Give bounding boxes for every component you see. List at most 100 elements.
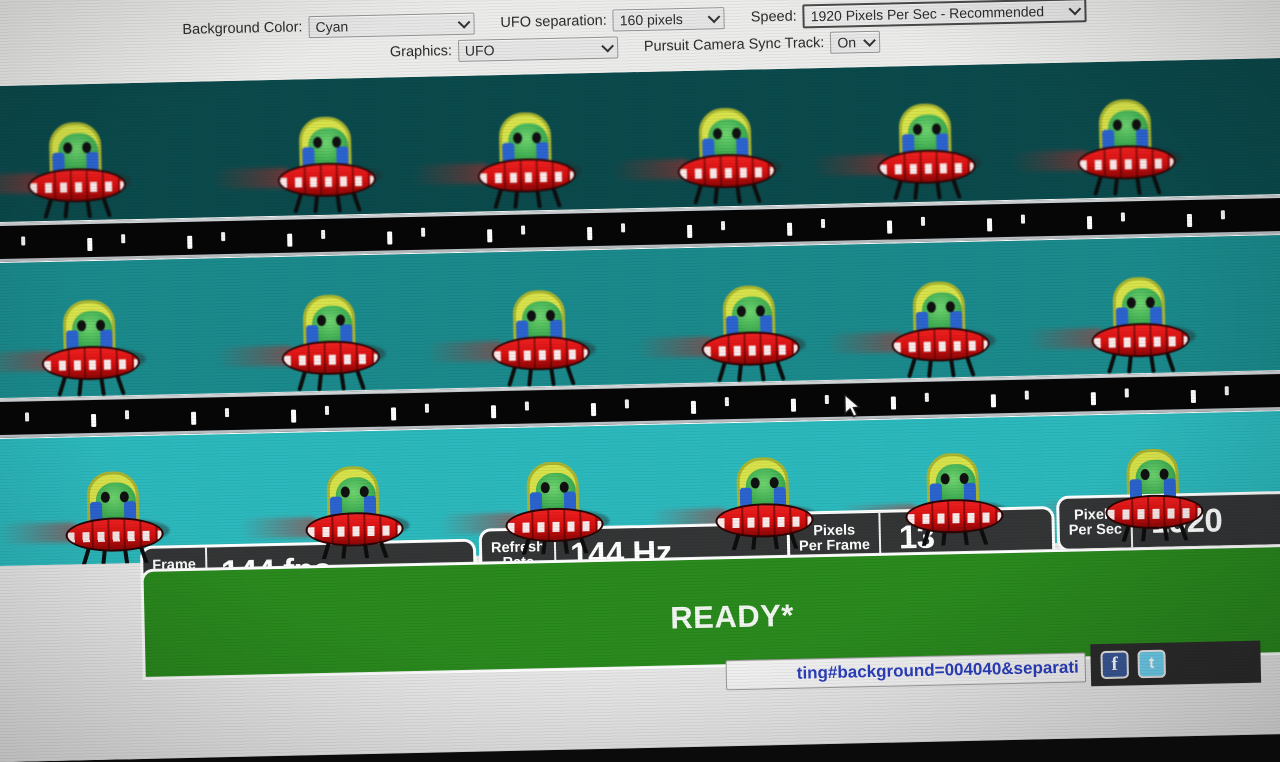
sync-track-tick [491,405,496,418]
sync-track-tick [921,217,925,226]
ufo-body [278,162,377,198]
ufo-body [701,331,800,367]
alien-eye-right [959,473,968,484]
ufo-separation-label: UFO separation: [500,13,607,31]
sync-track-tick [925,393,929,402]
speed-label: Speed: [751,9,797,26]
sync-track-tick [287,234,292,247]
ufo-sprite [468,109,582,207]
sync-track-tick [991,394,996,407]
alien-eye-right [732,128,741,139]
alien-eye-left [541,482,550,493]
ufo-body [478,157,577,193]
sync-track-tick [691,401,696,414]
ufo-sprite [482,287,596,385]
sync-track-tick [325,406,329,415]
sync-track-tick [191,412,196,425]
alien-eye-right [532,132,541,143]
pursuit-camera-sync-track-select[interactable]: On [830,31,880,54]
sync-track-tick [1021,215,1025,224]
alien-eye-left [317,315,326,326]
sync-track-tick [687,225,692,238]
ufo-separation-value: 160 pixels [620,11,683,28]
sync-track-tick [521,226,525,235]
ufo-sprite [269,114,383,212]
background-color-value: Cyan [315,18,348,35]
sync-track-tick [387,231,392,244]
alien-eye-left [913,124,922,135]
graphics-field: Graphics: UFO [390,36,618,63]
alien-eye-right [360,486,369,497]
sync-track-tick [1121,212,1125,221]
ufo-body [891,326,990,362]
sync-track-tick [825,395,829,404]
alien-eye-right [756,305,765,316]
alien-eye-right [546,310,555,321]
alien-eye-right [1132,119,1141,130]
sync-track-tick [891,396,896,409]
sync-track-tick [1191,390,1196,403]
background-color-select[interactable]: Cyan [308,13,474,39]
social-share-bar: f t [1090,641,1261,687]
alien-eye-left [713,128,722,139]
ufo-body [677,153,776,189]
sync-track-tick [791,399,796,412]
pursuit-camera-sync-track-value: On [837,34,856,50]
ufo-sprite [32,297,146,395]
sync-track-tick [87,238,92,251]
address-bar[interactable]: ting#background=004040&separati [726,652,1087,690]
alien-eye-left [941,473,950,484]
alien-eye-left [751,477,760,488]
sync-track-tick [1225,386,1229,395]
speed-value: 1920 Pixels Per Sec - Recommended [811,3,1045,24]
ufo-sprite [692,282,806,380]
sync-track-tick [221,232,225,241]
sync-track-tick [21,236,25,245]
ufo-sprite [19,119,133,217]
sync-track-tick [591,403,596,416]
ufo-separation-field: UFO separation: 160 pixels [500,7,725,34]
ufo-body [491,335,590,371]
sync-track-tick [425,404,429,413]
sync-track-tick [625,399,629,408]
ufo-body [877,149,976,185]
sync-track-tick [787,223,792,236]
alien-eye-left [927,302,936,313]
ufo-sprite [1068,96,1182,194]
ufo-sprite [882,278,996,376]
sync-track-tick [187,236,192,249]
chevron-down-icon [710,12,719,21]
ufo-sprite [272,292,386,390]
graphics-value: UFO [465,42,495,59]
alien-eye-left [313,137,322,148]
pixels-per-frame-caption-line2: Per Frame [799,538,870,555]
sync-track-tick [587,227,592,240]
alien-eye-left [63,142,72,153]
alien-eye-right [1159,469,1168,480]
sync-track-tick [821,219,825,228]
sync-track-tick [1187,214,1192,227]
sync-track-tick [621,223,625,232]
mouse-cursor [844,393,863,419]
alien-eye-left [1127,297,1136,308]
ufo-body [42,345,141,381]
sync-track-tick [225,408,229,417]
sync-track-tick [321,230,325,239]
graphics-select[interactable]: UFO [458,36,618,61]
twitter-icon[interactable]: t [1137,650,1166,679]
motion-test-stage [0,57,1280,566]
monitor-screen: motion blurred conference paper, and mul… [0,0,1280,762]
alien-eye-right [946,301,955,312]
chevron-down-icon [459,18,468,27]
sync-track-tick [487,229,492,242]
alien-eye-right [120,491,129,502]
facebook-icon[interactable]: f [1100,650,1129,679]
pursuit-camera-sync-track-label: Pursuit Camera Sync Track: [644,35,825,55]
alien-eye-left [1113,119,1122,130]
alien-eye-right [332,137,341,148]
ufo-sprite [1082,274,1196,372]
sync-track-tick [1025,391,1029,400]
ufo-body [281,340,380,376]
chevron-down-icon [1071,4,1080,13]
ufo-separation-select[interactable]: 160 pixels [613,7,725,31]
